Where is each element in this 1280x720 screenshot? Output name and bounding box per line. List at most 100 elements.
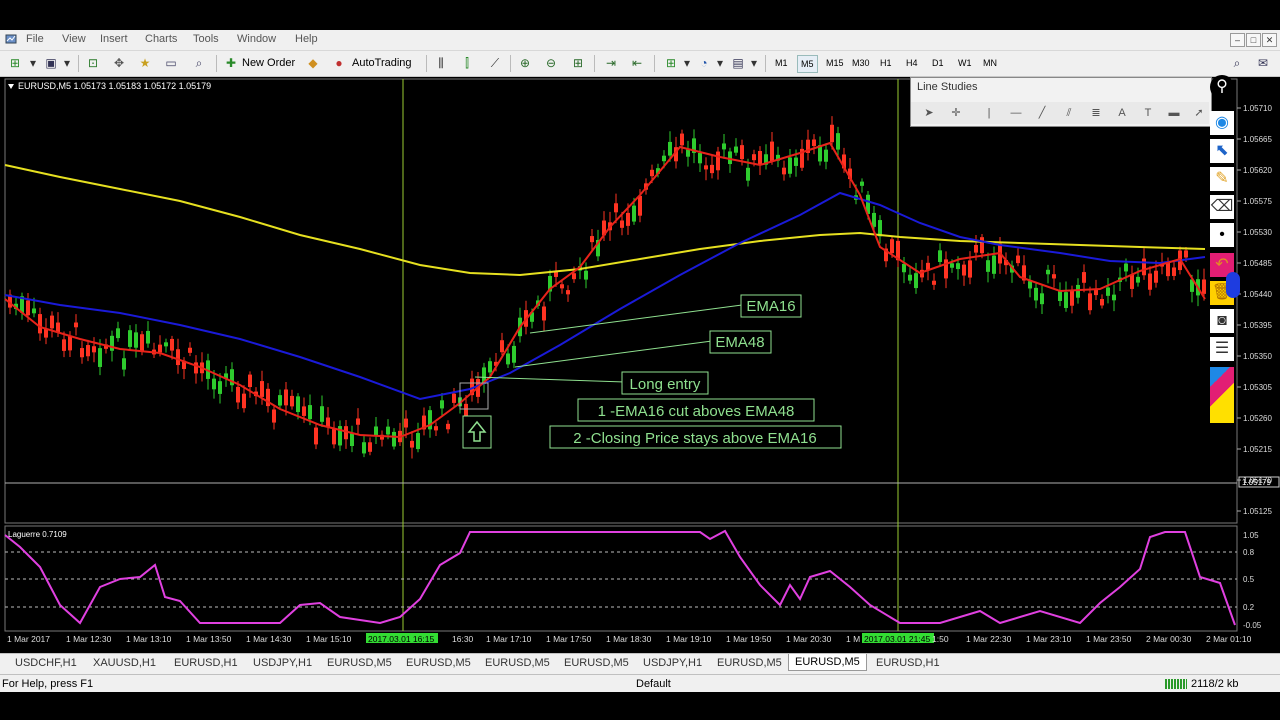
chart-shift-icon[interactable]: ⇥ [604,56,618,70]
menu-tools[interactable]: Tools [193,33,219,45]
menu-charts[interactable]: Charts [145,33,177,45]
templates-icon[interactable]: ▤ [731,56,745,70]
text-icon[interactable]: A [1114,106,1130,120]
timeframe-m1[interactable]: M1 [772,55,791,71]
tab-eurusd-m5[interactable]: EURUSD,M5 [717,657,782,669]
price-chart[interactable]: EMA16 EMA48 Long entry 1 -EMA16 cut abov… [0,77,1280,649]
line-studies-panel[interactable]: Line Studies ➤ ✛ | — ╱ ⫽ ≣ A T ▬ ➚ [910,77,1212,127]
indicators-icon[interactable]: ⊞ [664,56,678,70]
strategy-tester-icon[interactable]: ⌕ [192,56,206,70]
menu-insert[interactable]: Insert [100,33,128,45]
zoom-out-icon[interactable]: ⊖ [544,56,558,70]
new-order-icon[interactable]: ✚ [224,56,238,70]
list-icon[interactable]: ☰ [1210,337,1234,361]
tab-eurusd-m5[interactable]: EURUSD,M5 [327,657,392,669]
search-icon[interactable]: ⌕ [1230,56,1244,70]
chevron-down-icon[interactable]: ▾ [747,56,761,70]
cursor-icon[interactable]: ➤ [921,106,937,120]
chevron-down-icon[interactable]: ▾ [26,56,40,70]
tab-usdjpy-h1[interactable]: USDJPY,H1 [253,657,312,669]
eye-icon[interactable]: ◉ [1210,111,1234,135]
timeframe-h1[interactable]: H1 [877,55,895,71]
time-tick: 1 Mar 17:10 [486,634,532,644]
tab-eurusd-h1[interactable]: EURUSD,H1 [876,657,940,669]
line-chart-icon[interactable]: ⟋ [488,56,502,70]
menu-view[interactable]: View [62,33,86,45]
crosshair-icon[interactable]: ✛ [948,106,964,120]
tab-usdchf-h1[interactable]: USDCHF,H1 [15,657,77,669]
tab-eurusd-m5-active[interactable]: EURUSD,M5 [788,654,867,671]
candle-body [80,348,84,358]
close-button[interactable]: ✕ [1262,33,1277,47]
arrow-icon[interactable]: ➚ [1191,106,1207,120]
tab-usdjpy-h1[interactable]: USDJPY,H1 [643,657,702,669]
chart-tabs: USDCHF,H1 XAUUSD,H1 EURUSD,H1 USDJPY,H1 … [0,653,1280,674]
trendline-icon[interactable]: ╱ [1034,106,1050,120]
candle-body [302,406,306,416]
autoscroll-icon[interactable]: ⇤ [630,56,644,70]
candle-body [974,244,978,253]
bar-chart-icon[interactable]: ⫼ [434,56,448,70]
eraser-icon[interactable]: ⌫ [1210,195,1234,219]
tab-eurusd-m5[interactable]: EURUSD,M5 [485,657,550,669]
menu-window[interactable]: Window [237,33,276,45]
menu-help[interactable]: Help [295,33,318,45]
tab-eurusd-m5[interactable]: EURUSD,M5 [564,657,629,669]
vertical-line-icon[interactable]: | [981,106,997,120]
candle-body [1052,274,1056,279]
ruler-icon[interactable]: ✎ [1210,167,1234,191]
label-icon[interactable]: T [1140,106,1156,120]
autotrading-icon[interactable]: ● [332,56,346,70]
timeframe-m5[interactable]: M5 [797,55,818,73]
lightbulb-icon[interactable]: ⚲ [1210,75,1234,99]
candle-body [1088,293,1092,311]
terminal-icon[interactable]: ▭ [164,56,178,70]
tile-windows-icon[interactable]: ⊞ [571,56,585,70]
autotrading-button[interactable]: AutoTrading [352,55,412,71]
timeframe-h4[interactable]: H4 [903,55,921,71]
chevron-down-icon[interactable]: ▾ [680,56,694,70]
candle-body [752,154,756,161]
timeframe-m30[interactable]: M30 [849,55,873,71]
chart-window[interactable]: EMA16 EMA48 Long entry 1 -EMA16 cut abov… [0,77,1280,649]
horizontal-line-icon[interactable]: — [1008,106,1024,120]
dot-icon[interactable]: • [1210,223,1234,247]
timeframe-d1[interactable]: D1 [929,55,947,71]
data-window-icon[interactable]: ✥ [112,56,126,70]
camera-icon[interactable]: ◙ [1210,309,1234,333]
candlestick-icon[interactable]: ⫿ [460,56,474,70]
minimize-button[interactable]: – [1230,33,1245,47]
fibonacci-icon[interactable]: ≣ [1088,106,1104,120]
profiles-icon[interactable]: ▣ [44,56,58,70]
candle-body [1202,279,1206,294]
chat-icon[interactable]: ✉ [1256,56,1270,70]
chevron-down-icon[interactable]: ▾ [60,56,74,70]
new-chart-icon[interactable]: ⊞ [8,56,22,70]
market-watch-icon[interactable]: ⊡ [86,56,100,70]
candle-body [410,440,414,448]
cursor-icon[interactable]: ⬉ [1210,139,1234,163]
chevron-down-icon[interactable]: ▾ [713,56,727,70]
channel-icon[interactable]: ⫽ [1061,106,1077,120]
candle-body [56,322,60,333]
metaeditor-icon[interactable]: ◆ [306,56,320,70]
tab-xauusd-h1[interactable]: XAUUSD,H1 [93,657,156,669]
navigator-icon[interactable]: ★ [138,56,152,70]
indicator-tick: 0.2 [1243,603,1255,612]
time-tick: 1 Mar 12:30 [66,634,112,644]
tab-eurusd-m5[interactable]: EURUSD,M5 [406,657,471,669]
timeframe-mn[interactable]: MN [980,55,1000,71]
menu-file[interactable]: File [26,33,44,45]
candle-body [1124,263,1128,272]
candle-body [236,386,240,403]
tab-eurusd-h1[interactable]: EURUSD,H1 [174,657,238,669]
new-order-button[interactable]: New Order [242,55,295,71]
restore-button[interactable]: □ [1246,33,1261,47]
timeframe-w1[interactable]: W1 [955,55,975,71]
timeframe-m15[interactable]: M15 [823,55,847,71]
periods-icon[interactable]: ◔ [697,56,711,70]
ema16-line [4,141,1206,439]
zoom-in-icon[interactable]: ⊕ [518,56,532,70]
color-palette-icon[interactable] [1210,367,1234,423]
rectangle-icon[interactable]: ▬ [1166,106,1182,120]
